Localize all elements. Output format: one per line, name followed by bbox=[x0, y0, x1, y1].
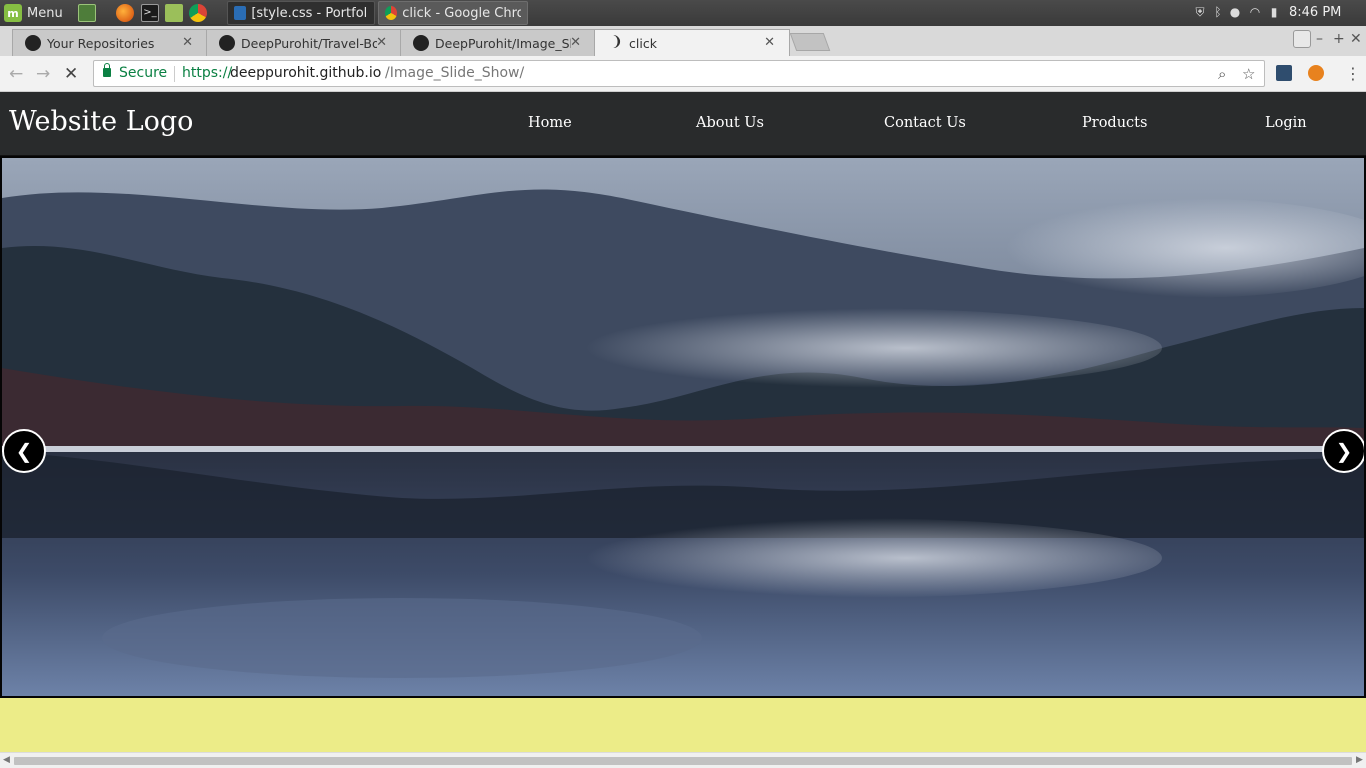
tab-title: Your Repositories bbox=[47, 36, 155, 51]
slide-prev-button[interactable]: ❮ bbox=[2, 429, 46, 473]
slide-next-button[interactable]: ❯ bbox=[1322, 429, 1364, 473]
profile-icon[interactable] bbox=[1293, 30, 1311, 48]
slideshow: ❮ ❯ bbox=[0, 156, 1366, 698]
taskbar-window-label: click - Google Chro… bbox=[402, 5, 521, 21]
stop-loading-icon[interactable]: ✕ bbox=[64, 64, 78, 84]
web-page: Website Logo Home About Us Contact Us Pr… bbox=[0, 92, 1366, 752]
mint-logo-icon: m bbox=[4, 4, 22, 22]
url-host: deeppurohit.github.io bbox=[230, 65, 382, 81]
nav-products[interactable]: Products bbox=[1082, 115, 1147, 131]
zoom-icon[interactable]: ⌕ bbox=[1218, 65, 1226, 83]
new-tab-button[interactable] bbox=[789, 33, 831, 51]
code-editor-icon bbox=[234, 6, 247, 20]
site-header: Website Logo Home About Us Contact Us Pr… bbox=[0, 92, 1366, 156]
shield-icon[interactable]: ⛨ bbox=[1194, 6, 1206, 19]
clock[interactable]: 8:46 PM bbox=[1289, 5, 1341, 20]
maximize-icon[interactable]: + bbox=[1333, 31, 1345, 47]
bluetooth-icon[interactable]: ᛒ bbox=[1212, 6, 1224, 19]
browser-toolbar: ← → ✕ Secure https:// deeppurohit.github… bbox=[0, 56, 1366, 92]
tab-your-repositories[interactable]: Your Repositories ✕ bbox=[12, 29, 208, 56]
show-desktop-icon[interactable] bbox=[78, 4, 96, 22]
loading-spinner-icon: ❩ bbox=[611, 34, 623, 50]
github-icon bbox=[219, 35, 235, 51]
scroll-right-icon[interactable]: ▶ bbox=[1356, 755, 1363, 765]
chrome-menu-icon[interactable]: ⋮ bbox=[1345, 64, 1361, 83]
user-icon[interactable]: ● bbox=[1229, 6, 1241, 19]
omnibox-divider bbox=[174, 66, 175, 82]
website-logo[interactable]: Website Logo bbox=[9, 106, 193, 137]
nav-contact-us[interactable]: Contact Us bbox=[884, 115, 966, 131]
close-icon[interactable]: ✕ bbox=[182, 35, 193, 50]
close-icon[interactable]: ✕ bbox=[764, 35, 775, 50]
taskbar-window-editor[interactable]: [style.css - Portfoli… bbox=[227, 1, 375, 25]
back-icon[interactable]: ← bbox=[9, 64, 23, 84]
tab-click[interactable]: ❩ click ✕ bbox=[594, 29, 790, 56]
battery-icon[interactable]: ▮ bbox=[1268, 6, 1280, 19]
chrome-icon bbox=[385, 6, 398, 20]
wifi-icon[interactable]: ◠ bbox=[1247, 6, 1263, 19]
lock-icon bbox=[103, 63, 111, 77]
close-icon[interactable]: ✕ bbox=[570, 35, 581, 50]
nav-about-us[interactable]: About Us bbox=[696, 115, 764, 131]
extension-icon[interactable] bbox=[1276, 65, 1292, 81]
tab-image-slide-show[interactable]: DeepPurohit/Image_Slid ✕ bbox=[400, 29, 596, 56]
scroll-left-icon[interactable]: ◀ bbox=[3, 755, 10, 765]
firefox-icon[interactable] bbox=[116, 4, 134, 22]
horizontal-scrollbar[interactable]: ◀ ▶ bbox=[0, 752, 1366, 768]
minimize-icon[interactable]: – bbox=[1316, 31, 1323, 47]
secure-label: Secure bbox=[119, 65, 168, 81]
files-icon[interactable] bbox=[165, 4, 183, 22]
address-bar[interactable]: Secure https:// deeppurohit.github.io /I… bbox=[93, 60, 1265, 87]
tab-travel-booking[interactable]: DeepPurohit/Travel-Boo ✕ bbox=[206, 29, 402, 56]
scrollbar-thumb[interactable] bbox=[14, 757, 1352, 765]
tab-title: DeepPurohit/Travel-Boo bbox=[241, 36, 377, 51]
url-path: /Image_Slide_Show/ bbox=[385, 65, 525, 81]
close-icon[interactable]: ✕ bbox=[376, 35, 387, 50]
chrome-launcher-icon[interactable] bbox=[189, 4, 207, 22]
browser-tab-strip: Your Repositories ✕ DeepPurohit/Travel-B… bbox=[0, 26, 1366, 56]
os-taskbar: m Menu >_ [style.css - Portfoli… click -… bbox=[0, 0, 1366, 26]
bookmark-star-icon[interactable]: ☆ bbox=[1242, 65, 1255, 83]
tab-title: DeepPurohit/Image_Slid bbox=[435, 36, 571, 51]
metamask-icon[interactable] bbox=[1308, 65, 1324, 81]
terminal-icon[interactable]: >_ bbox=[141, 4, 159, 22]
nav-home[interactable]: Home bbox=[528, 115, 572, 131]
taskbar-window-label: [style.css - Portfoli… bbox=[251, 5, 368, 21]
start-menu-label: Menu bbox=[27, 5, 63, 21]
taskbar-window-chrome[interactable]: click - Google Chro… bbox=[378, 1, 528, 25]
tab-title: click bbox=[629, 36, 657, 51]
github-icon bbox=[413, 35, 429, 51]
slide-image bbox=[2, 158, 1364, 696]
nav-login[interactable]: Login bbox=[1265, 115, 1307, 131]
start-menu-button[interactable]: m Menu bbox=[4, 3, 63, 23]
window-close-icon[interactable]: ✕ bbox=[1350, 31, 1362, 47]
forward-icon[interactable]: → bbox=[36, 64, 50, 84]
url-scheme: https:// bbox=[182, 65, 233, 81]
github-icon bbox=[25, 35, 41, 51]
